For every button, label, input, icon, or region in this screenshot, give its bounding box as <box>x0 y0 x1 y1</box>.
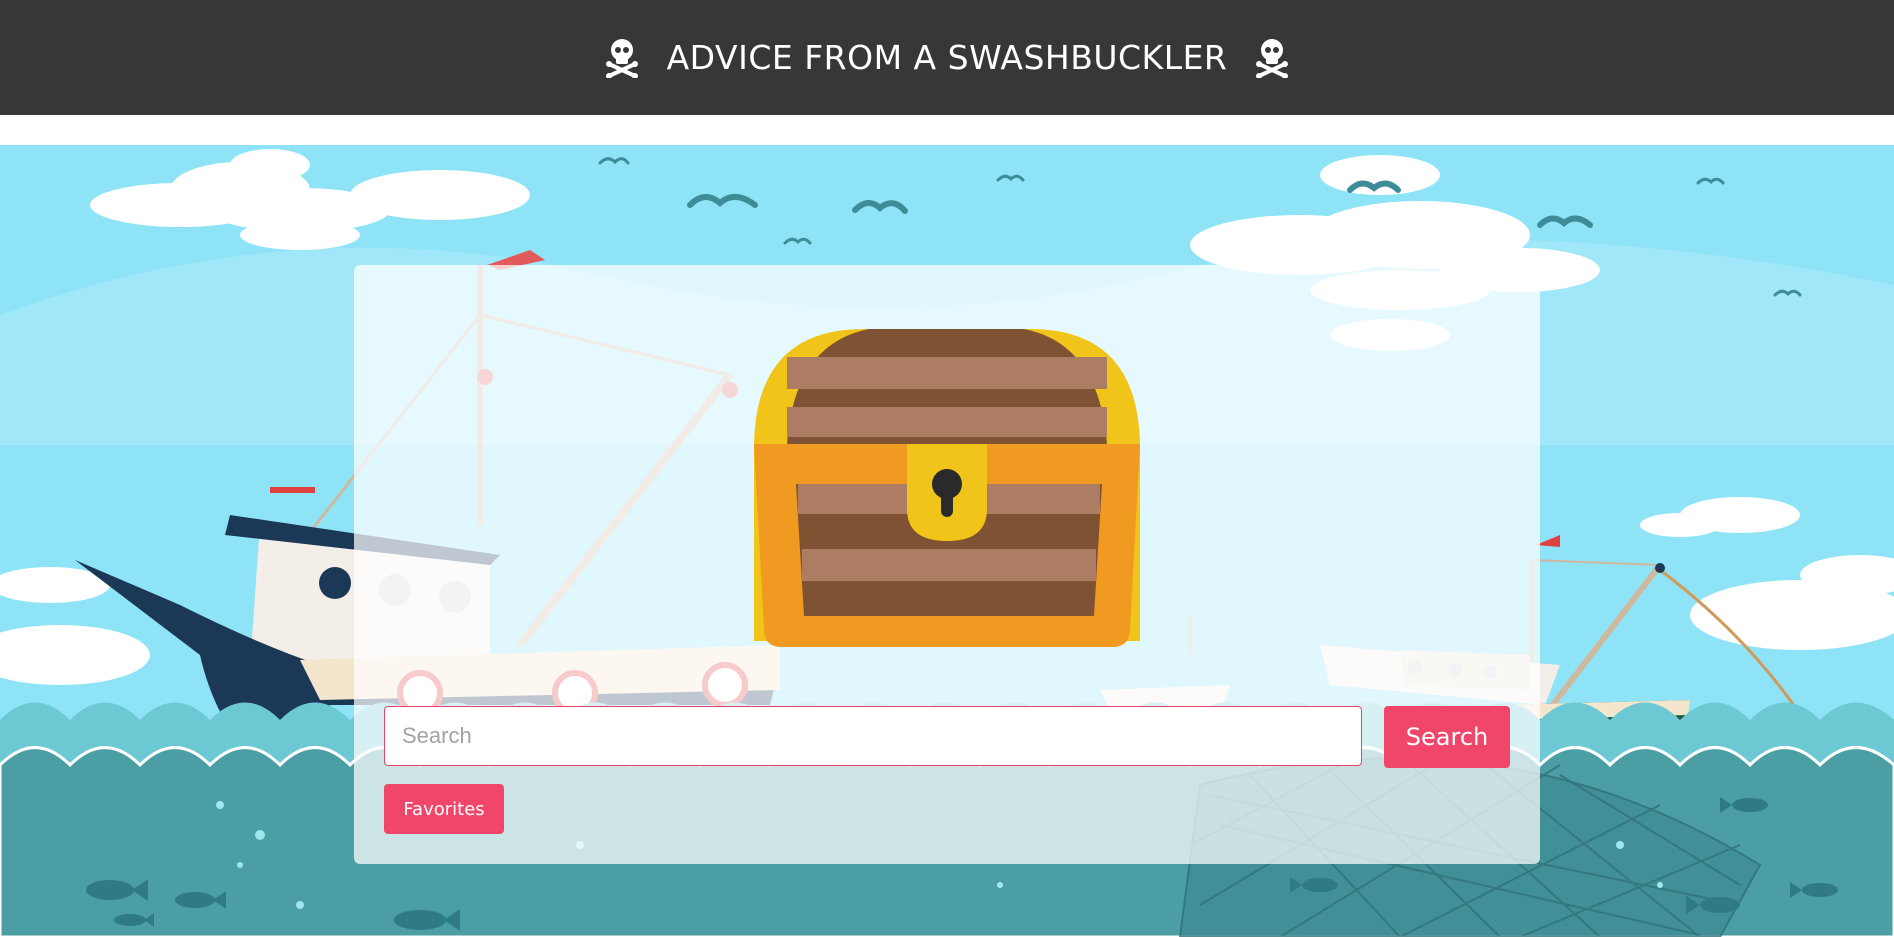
search-panel: Search Favorites <box>354 265 1540 864</box>
search-input[interactable] <box>384 706 1362 766</box>
page-title: ADVICE FROM A SWASHBUCKLER <box>666 38 1228 77</box>
app-header: ADVICE FROM A SWASHBUCKLER <box>0 0 1894 115</box>
treasure-chest-icon <box>754 329 1140 647</box>
favorites-button[interactable]: Favorites <box>384 784 504 834</box>
skull-crossbones-icon <box>1256 38 1289 78</box>
search-button[interactable]: Search <box>1384 706 1510 768</box>
skull-crossbones-icon <box>605 38 638 78</box>
